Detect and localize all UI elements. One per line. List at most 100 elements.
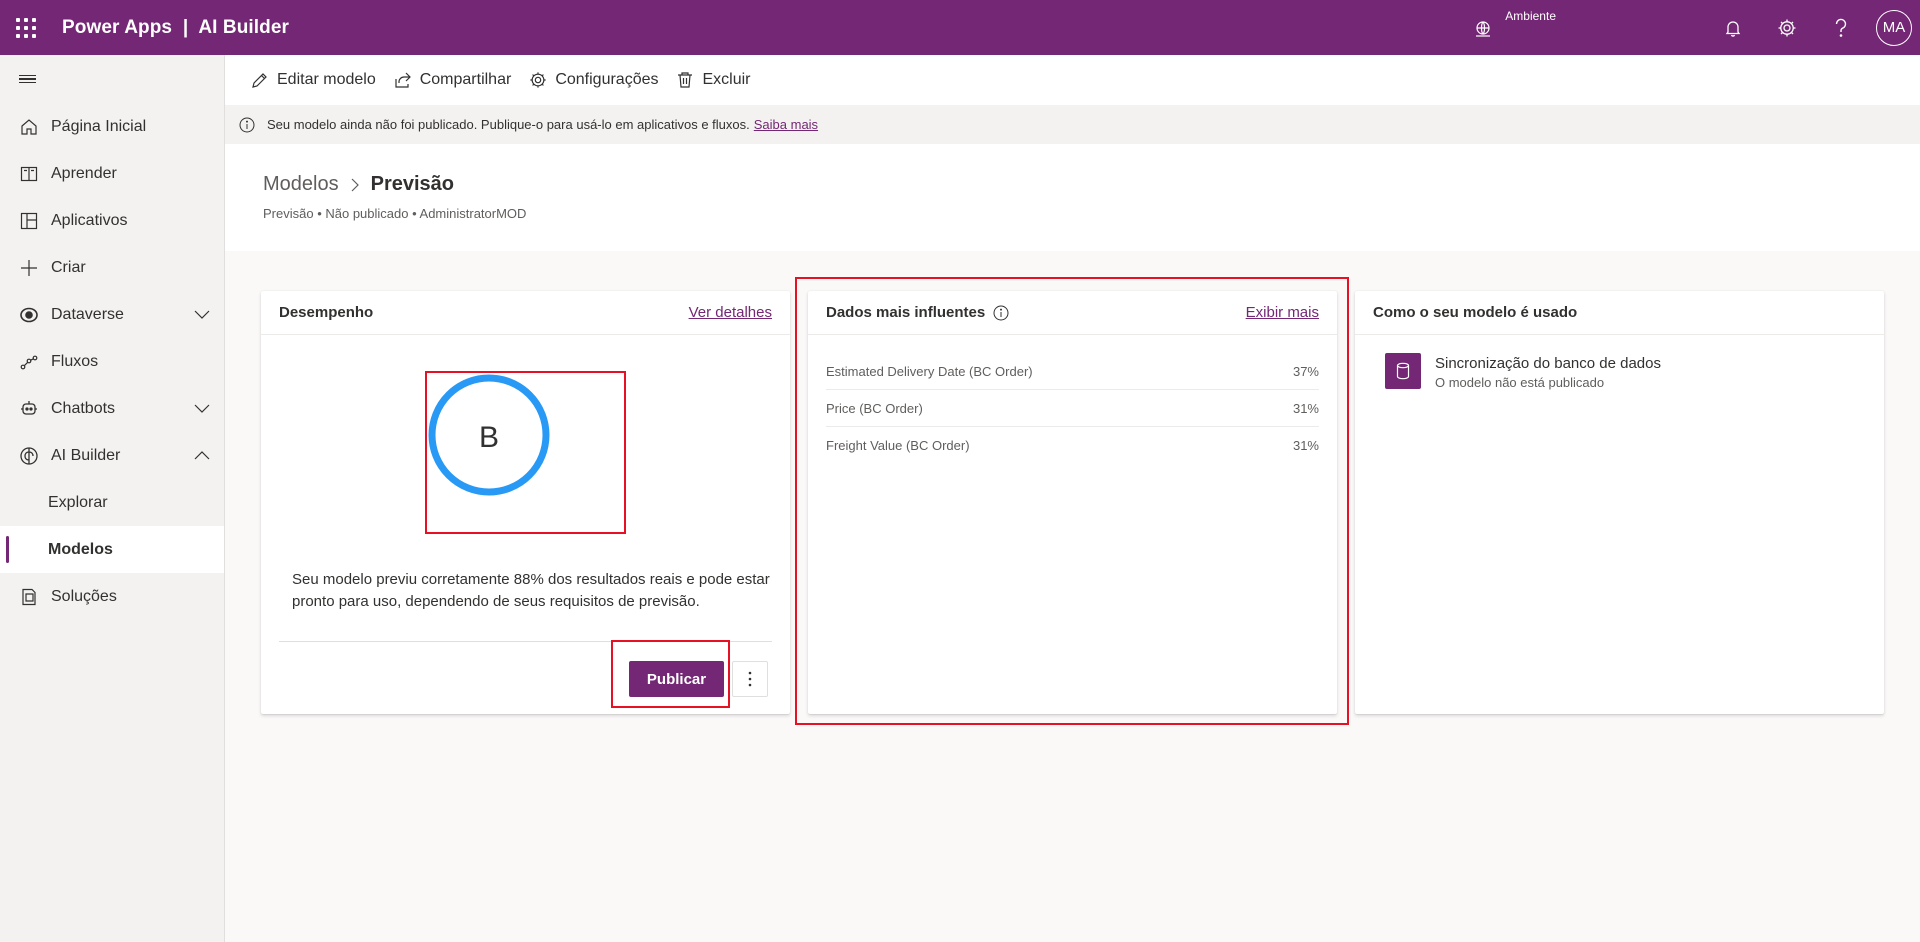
nav-label: Fluxos <box>51 352 99 370</box>
configurations-button[interactable]: Configurações <box>529 71 658 89</box>
nav-label: Página Inicial <box>51 117 147 135</box>
trash-icon <box>678 72 693 88</box>
nav-item-home[interactable]: Página Inicial <box>0 103 224 150</box>
nav-item-ai-builder[interactable]: AI Builder <box>0 432 224 479</box>
solutions-icon <box>19 587 39 607</box>
usage-item[interactable]: Sincronização do banco de dados O modelo… <box>1355 335 1884 390</box>
performance-description: Seu modelo previu corretamente 88% dos r… <box>292 571 770 610</box>
performance-grade: B <box>479 421 499 454</box>
more-options-button[interactable] <box>732 661 768 697</box>
user-avatar[interactable]: MA <box>1876 9 1912 46</box>
more-vertical-icon <box>748 671 752 687</box>
list-item: Freight Value (BC Order) 31% <box>826 427 1319 464</box>
share-button[interactable]: Compartilhar <box>394 71 512 89</box>
share-label: Compartilhar <box>419 71 512 88</box>
performance-grade-ring: B <box>425 371 553 499</box>
chatbot-icon <box>19 399 39 419</box>
app-launcher-button[interactable] <box>0 0 52 55</box>
breadcrumb: Modelos Previsão <box>263 173 1920 196</box>
chevron-right-icon <box>351 178 359 191</box>
field-influence: 31% <box>1292 400 1319 416</box>
nav-label: Aprender <box>51 164 117 182</box>
nav-item-chatbots[interactable]: Chatbots <box>0 385 224 432</box>
usage-item-subtitle: O modelo não está publicado <box>1435 375 1605 390</box>
usage-item-title: Sincronização do banco de dados <box>1435 355 1661 372</box>
configurations-label: Configurações <box>555 71 659 88</box>
learn-more-link[interactable]: Saiba mais <box>754 117 818 132</box>
nav-item-models[interactable]: Modelos <box>0 526 224 573</box>
environment-label: Ambiente <box>1505 9 1556 23</box>
list-item: Price (BC Order) 31% <box>826 390 1319 427</box>
nav-label: Chatbots <box>51 399 116 417</box>
top-bar: Power Apps | AI Builder Ambiente MA <box>0 0 1920 55</box>
page-title: Previsão <box>370 173 454 195</box>
delete-button[interactable]: Excluir <box>676 71 751 89</box>
info-message: Seu modelo ainda não foi publicado. Publ… <box>267 117 750 132</box>
nav-item-apps[interactable]: Aplicativos <box>0 197 224 244</box>
chevron-up-icon <box>194 451 210 460</box>
divider <box>279 641 772 642</box>
performance-card: Desempenho Ver detalhes B Seu modelo pre… <box>261 291 790 714</box>
page-header: Modelos Previsão Previsão • Não publicad… <box>225 144 1920 251</box>
database-icon <box>1385 353 1421 389</box>
edit-model-button[interactable]: Editar modelo <box>251 71 376 89</box>
nav-item-solutions[interactable]: Soluções <box>0 573 224 620</box>
nav-item-explore[interactable]: Explorar <box>0 479 224 526</box>
plus-icon <box>19 258 39 278</box>
help-icon <box>1835 18 1847 37</box>
influential-data-list: Estimated Delivery Date (BC Order) 37% P… <box>808 335 1337 464</box>
list-item: Estimated Delivery Date (BC Order) 37% <box>826 353 1319 390</box>
help-button[interactable] <box>1814 0 1868 55</box>
unpublished-message-bar: Seu modelo ainda não foi publicado. Publ… <box>225 105 1920 144</box>
gear-icon <box>530 72 546 88</box>
edit-model-label: Editar modelo <box>277 71 376 88</box>
notifications-button[interactable] <box>1706 0 1760 55</box>
command-bar: Editar modelo Compartilhar Configurações… <box>225 55 1920 105</box>
app-title[interactable]: Power Apps | AI Builder <box>62 17 289 39</box>
environment-icon <box>1476 21 1491 37</box>
model-usage-card: Como o seu modelo é usado Sincronização … <box>1355 291 1884 714</box>
influential-data-card: Dados mais influentes Exibir mais Estima… <box>808 291 1337 714</box>
show-more-link[interactable]: Exibir mais <box>1246 304 1319 321</box>
gear-icon <box>1778 19 1796 36</box>
bell-icon <box>1725 20 1741 37</box>
nav-label: AI Builder <box>51 446 121 464</box>
waffle-icon <box>16 17 36 38</box>
environment-picker[interactable]: Ambiente <box>1473 0 1556 55</box>
apps-icon <box>19 211 39 231</box>
delete-label: Excluir <box>702 71 751 88</box>
settings-button[interactable] <box>1760 0 1814 55</box>
publish-button[interactable]: Publicar <box>629 661 724 697</box>
left-navigation: Página Inicial Aprender Aplicativos Cria… <box>0 55 225 942</box>
field-name: Price (BC Order) <box>826 400 923 416</box>
nav-label: Modelos <box>48 540 113 558</box>
model-status-info: Previsão • Não publicado • Administrator… <box>263 206 527 221</box>
nav-label: Explorar <box>48 493 108 511</box>
view-details-link[interactable]: Ver detalhes <box>689 304 772 321</box>
nav-label: Soluções <box>51 587 117 605</box>
ai-builder-icon <box>19 446 39 466</box>
breadcrumb-models-link[interactable]: Modelos <box>263 173 339 196</box>
book-icon <box>19 164 39 184</box>
field-influence: 31% <box>1292 438 1319 453</box>
nav-item-dataverse[interactable]: Dataverse <box>0 291 224 338</box>
field-name: Freight Value (BC Order) <box>826 438 970 453</box>
pencil-icon <box>252 73 267 88</box>
flow-icon <box>19 352 39 372</box>
nav-item-create[interactable]: Criar <box>0 244 224 291</box>
dataverse-icon <box>19 305 39 325</box>
nav-label: Aplicativos <box>51 211 128 229</box>
nav-item-learn[interactable]: Aprender <box>0 150 224 197</box>
share-icon <box>395 72 411 88</box>
field-name: Estimated Delivery Date (BC Order) <box>826 363 1033 379</box>
collapse-nav-button[interactable] <box>0 55 224 103</box>
nav-item-flows[interactable]: Fluxos <box>0 338 224 385</box>
influential-title: Dados mais influentes <box>826 304 986 321</box>
chevron-down-icon <box>194 310 210 319</box>
field-influence: 37% <box>1292 363 1319 379</box>
performance-title: Desempenho <box>279 304 374 321</box>
info-icon <box>239 117 255 132</box>
home-icon <box>19 117 39 137</box>
nav-label: Criar <box>51 258 86 276</box>
info-icon[interactable] <box>993 305 1009 321</box>
